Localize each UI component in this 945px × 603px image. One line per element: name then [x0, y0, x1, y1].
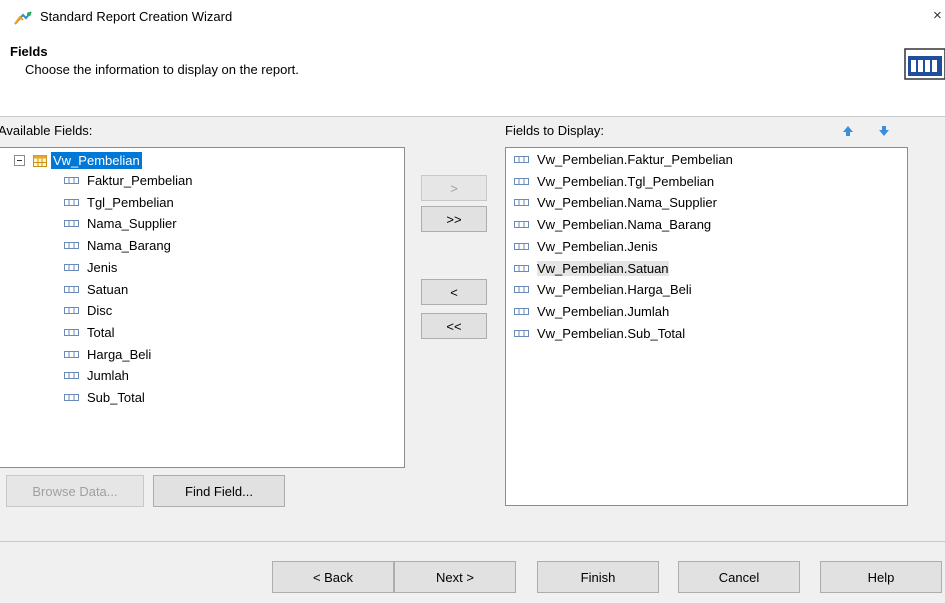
- page-title: Fields: [10, 44, 48, 59]
- field-icon: [64, 372, 79, 380]
- title-bar: Standard Report Creation Wizard ×: [0, 0, 945, 34]
- cancel-button[interactable]: Cancel: [678, 561, 800, 593]
- field-icon: [64, 328, 79, 336]
- next-button[interactable]: Next >: [394, 561, 516, 593]
- field-label: Jenis: [87, 259, 118, 275]
- available-field-item[interactable]: Disc: [64, 300, 112, 321]
- add-field-button[interactable]: >: [421, 175, 487, 201]
- move-down-arrow-icon[interactable]: [878, 125, 890, 137]
- field-label: Vw_Pembelian.Tgl_Pembelian: [537, 173, 715, 189]
- field-icon: [514, 156, 529, 163]
- fields-to-display-label: Fields to Display:: [505, 123, 604, 138]
- field-label: Jumlah: [87, 368, 129, 384]
- field-label: Vw_Pembelian.Sub_Total: [537, 325, 686, 341]
- display-field-item[interactable]: Vw_Pembelian.Satuan: [514, 258, 669, 279]
- field-label: Satuan: [87, 281, 129, 297]
- remove-all-fields-button[interactable]: <<: [421, 313, 487, 339]
- available-field-item[interactable]: Jumlah: [64, 365, 129, 386]
- browse-data-button[interactable]: Browse Data...: [6, 475, 144, 507]
- available-field-item[interactable]: Harga_Beli: [64, 344, 151, 365]
- field-icon: [514, 221, 529, 229]
- available-field-item[interactable]: Faktur_Pembelian: [64, 170, 193, 191]
- available-field-item[interactable]: Jenis: [64, 257, 117, 278]
- field-label: Vw_Pembelian.Harga_Beli: [537, 282, 692, 298]
- finish-button[interactable]: Finish: [537, 561, 659, 593]
- field-label: Nama_Supplier: [87, 216, 177, 232]
- add-all-fields-button[interactable]: >>: [421, 206, 487, 232]
- available-fields-tree[interactable]: Vw_Pembelian Faktur_Pembelian Tgl_Pembeli…: [0, 147, 405, 468]
- collapse-icon[interactable]: [14, 155, 25, 166]
- report-table-icon: [904, 48, 945, 80]
- field-label: Disc: [87, 303, 113, 319]
- field-icon: [64, 198, 79, 206]
- field-label: Vw_Pembelian.Faktur_Pembelian: [537, 152, 733, 167]
- fields-panel: Available Fields: Fields to Display: Vw_…: [0, 117, 945, 541]
- help-button[interactable]: Help: [820, 561, 942, 593]
- tree-root-label[interactable]: Vw_Pembelian: [51, 152, 142, 169]
- remove-field-button[interactable]: <: [421, 279, 487, 305]
- field-icon: [514, 199, 529, 207]
- fields-to-display-list[interactable]: Vw_Pembelian.Faktur_Pembelian Vw_Pembelia…: [505, 147, 908, 506]
- field-icon: [64, 350, 79, 358]
- field-icon: [64, 242, 79, 250]
- wizard-footer: < Back Next > Finish Cancel Help: [0, 542, 945, 603]
- field-label: Vw_Pembelian.Jenis: [537, 238, 658, 254]
- display-field-item[interactable]: Vw_Pembelian.Sub_Total: [514, 323, 685, 344]
- field-label: Vw_Pembelian.Nama_Supplier: [537, 195, 717, 211]
- field-icon: [514, 307, 529, 315]
- field-icon: [64, 263, 79, 271]
- field-label: Harga_Beli: [87, 346, 152, 362]
- close-button[interactable]: ×: [933, 7, 942, 24]
- table-icon: [33, 154, 47, 167]
- available-field-item[interactable]: Satuan: [64, 279, 128, 300]
- field-label: Vw_Pembelian.Nama_Barang: [537, 217, 712, 233]
- field-icon: [514, 242, 529, 250]
- wizard-header: Fields Choose the information to display…: [0, 34, 945, 116]
- field-icon: [64, 220, 79, 228]
- available-field-item[interactable]: Sub_Total: [64, 387, 145, 408]
- field-icon: [514, 264, 529, 272]
- move-up-arrow-icon[interactable]: [842, 125, 854, 137]
- field-icon: [514, 286, 529, 294]
- find-field-button[interactable]: Find Field...: [153, 475, 285, 507]
- available-fields-label: Available Fields:: [0, 123, 93, 138]
- field-label: Nama_Barang: [87, 238, 171, 254]
- field-icon: [64, 307, 79, 315]
- page-subtitle: Choose the information to display on the…: [25, 62, 299, 77]
- display-field-item[interactable]: Vw_Pembelian.Nama_Barang: [514, 214, 711, 235]
- available-field-item[interactable]: Total: [64, 322, 114, 343]
- field-label: Tgl_Pembelian: [87, 194, 174, 210]
- wizard-arrow-icon: [14, 11, 32, 25]
- available-field-item[interactable]: Nama_Barang: [64, 235, 171, 256]
- window-title: Standard Report Creation Wizard: [40, 9, 233, 24]
- display-field-item[interactable]: Vw_Pembelian.Jenis: [514, 236, 658, 257]
- display-field-item[interactable]: Vw_Pembelian.Tgl_Pembelian: [514, 171, 714, 192]
- field-icon: [64, 394, 79, 401]
- field-icon: [514, 177, 529, 185]
- field-icon: [64, 177, 79, 184]
- field-label: Vw_Pembelian.Satuan: [537, 260, 669, 276]
- display-field-item[interactable]: Vw_Pembelian.Harga_Beli: [514, 279, 692, 300]
- display-field-item[interactable]: Vw_Pembelian.Jumlah: [514, 301, 669, 322]
- field-label: Faktur_Pembelian: [87, 173, 193, 188]
- tree-root-node[interactable]: Vw_Pembelian: [14, 151, 142, 170]
- field-label: Sub_Total: [87, 390, 145, 405]
- available-field-item[interactable]: Nama_Supplier: [64, 213, 177, 234]
- field-label: Vw_Pembelian.Jumlah: [537, 303, 670, 319]
- available-field-item[interactable]: Tgl_Pembelian: [64, 192, 174, 213]
- display-field-item[interactable]: Vw_Pembelian.Nama_Supplier: [514, 192, 717, 213]
- field-icon: [514, 329, 529, 337]
- field-icon: [64, 285, 79, 293]
- display-field-item[interactable]: Vw_Pembelian.Faktur_Pembelian: [514, 149, 733, 170]
- field-label: Total: [87, 324, 115, 340]
- back-button[interactable]: < Back: [272, 561, 394, 593]
